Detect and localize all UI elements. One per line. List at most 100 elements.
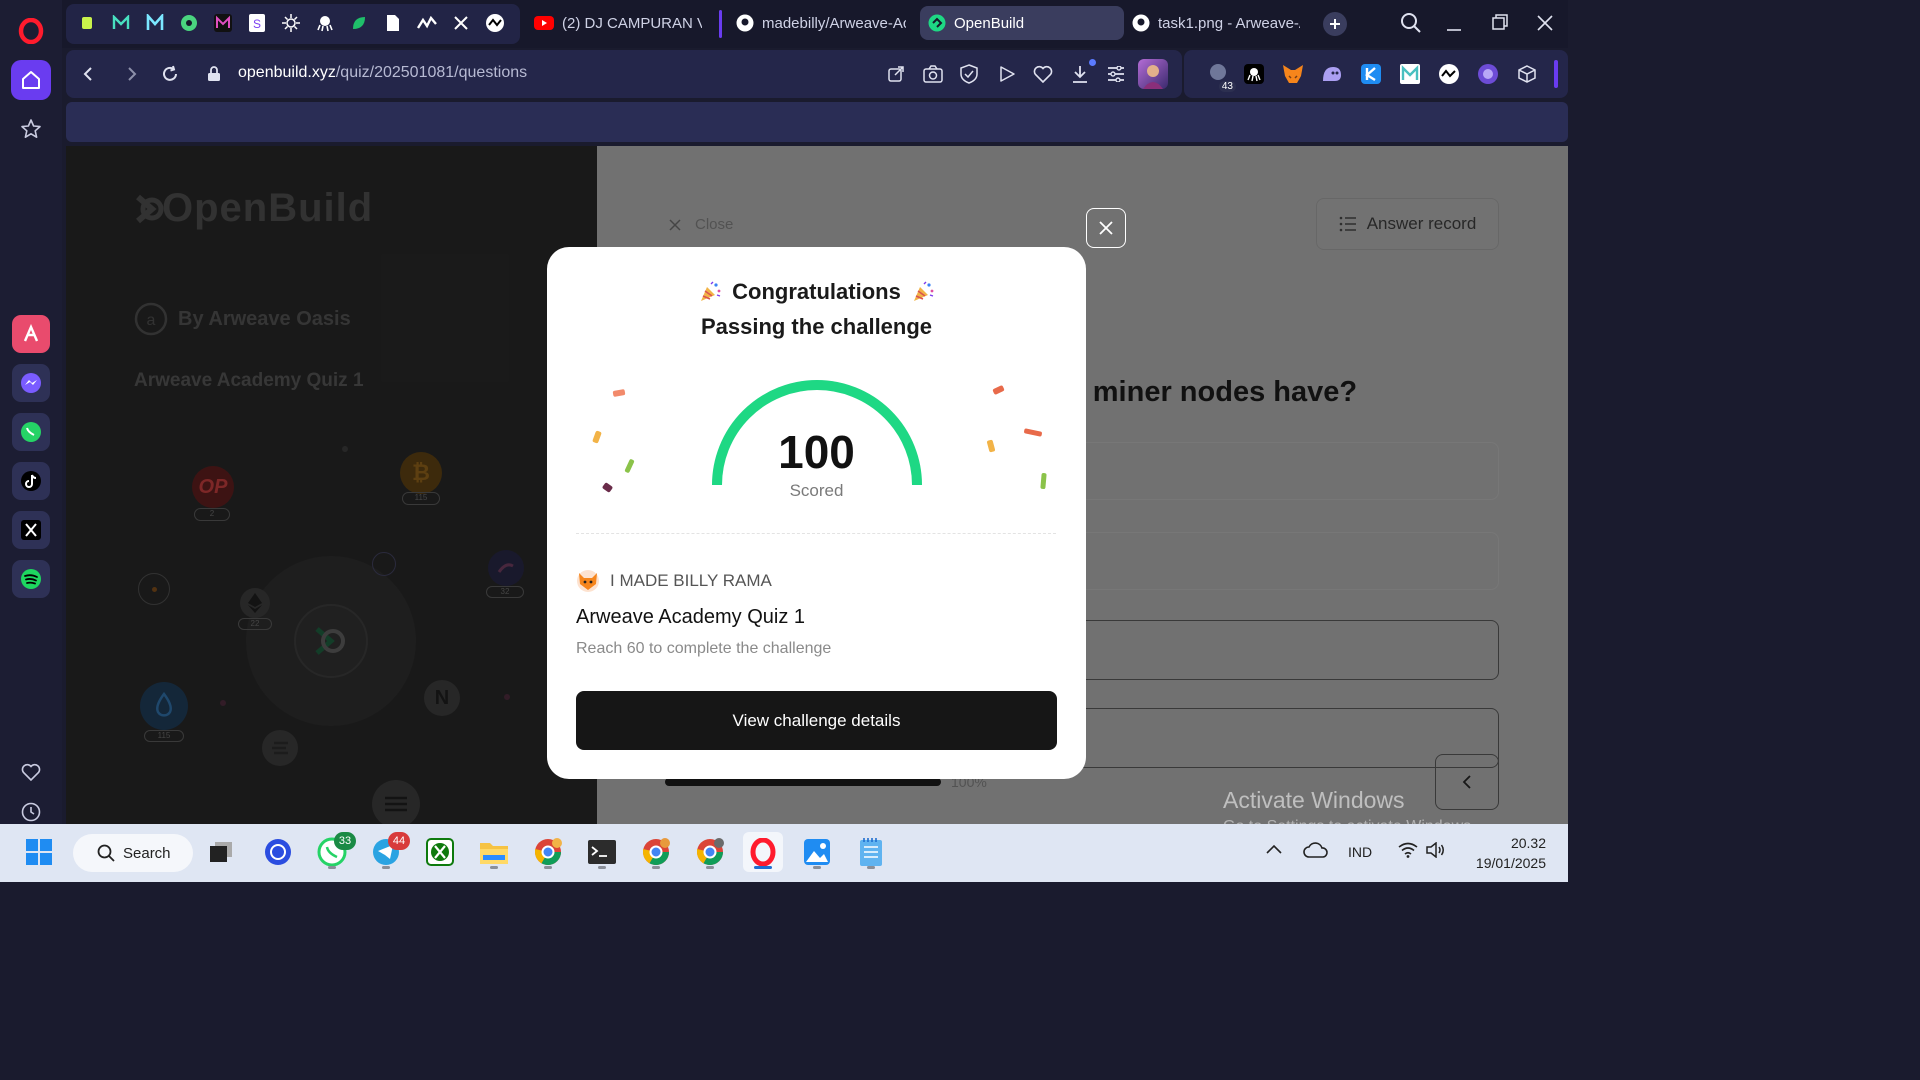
modal-subheadline: Passing the challenge [700, 314, 933, 339]
tab-group-divider [719, 10, 722, 38]
tab-openbuild-active[interactable]: OpenBuild [920, 6, 1124, 40]
file-explorer-icon[interactable] [474, 832, 514, 872]
pinned-tab-wave-icon[interactable] [412, 8, 442, 38]
extension-ghost-icon[interactable] [1320, 62, 1344, 86]
volume-icon[interactable] [1426, 842, 1446, 858]
profile-avatar[interactable] [1138, 59, 1168, 89]
url-domain: openbuild.xyz [238, 64, 336, 81]
telegram-unread-badge: 44 [388, 832, 410, 850]
aria-icon[interactable] [12, 315, 50, 353]
view-challenge-details-button[interactable]: View challenge details [576, 691, 1057, 750]
confetti-piece [612, 389, 626, 397]
x-twitter-icon[interactable] [12, 511, 50, 549]
telegram-taskbar-icon[interactable]: 44 [366, 832, 410, 872]
easy-setup-menu-icon[interactable] [1104, 62, 1128, 86]
download-icon[interactable] [1068, 59, 1096, 86]
wifi-icon[interactable] [1398, 842, 1418, 858]
confetti-piece [992, 384, 1005, 396]
opera-taskbar-icon[interactable] [743, 832, 783, 872]
close-window-icon[interactable] [1536, 14, 1554, 32]
back-arrow-icon[interactable] [76, 62, 100, 86]
party-popper-icon [911, 281, 935, 303]
home-icon[interactable] [11, 60, 51, 100]
github-icon [736, 14, 754, 32]
url-text[interactable]: openbuild.xyz/quiz/202501081/questions [238, 64, 527, 82]
adblock-shield-icon[interactable] [957, 62, 981, 86]
chrome-profile-2-icon[interactable] [636, 832, 676, 872]
opera-logo-icon[interactable] [11, 11, 51, 51]
pinned-tab-green-shape-icon[interactable] [344, 8, 374, 38]
user-name: I MADE BILLY RAMA [610, 571, 772, 590]
whatsapp-icon[interactable] [12, 413, 50, 451]
chrome-profile-3-icon[interactable] [690, 832, 730, 872]
clock-date: 19/01/2025 [1475, 855, 1546, 871]
pinned-tab-galxe-icon[interactable] [174, 8, 204, 38]
extension-shield-purple-icon[interactable] [1476, 62, 1500, 86]
search-tabs-icon[interactable] [1400, 12, 1422, 34]
taskbar-search-box[interactable]: Search [73, 834, 193, 872]
reload-icon[interactable] [158, 62, 182, 86]
activate-windows-title: Activate Windows [1223, 787, 1405, 813]
snapshot-camera-icon[interactable] [921, 62, 945, 86]
lock-icon[interactable] [202, 62, 226, 86]
my-flow-heart-icon[interactable] [1031, 62, 1055, 86]
minimize-icon[interactable] [1446, 16, 1462, 32]
forward-arrow-icon[interactable] [120, 62, 144, 86]
player-play-icon[interactable] [995, 62, 1019, 86]
pinned-tab-mirror-icon[interactable] [140, 8, 170, 38]
extension-badge-icon[interactable]: 43 [1204, 60, 1236, 92]
photos-icon[interactable] [797, 832, 837, 872]
close-modal-button[interactable] [1086, 208, 1126, 248]
spotify-icon[interactable] [12, 560, 50, 598]
input-language[interactable]: IND [1348, 844, 1372, 860]
close-icon [1099, 221, 1113, 235]
svg-text:S: S [253, 17, 261, 31]
tab-github-task1[interactable]: task1.png - Arweave-Academy [1124, 6, 1308, 40]
clock[interactable]: 20.32 19/01/2025 [1466, 833, 1546, 873]
new-tab-plus-icon[interactable] [1323, 12, 1347, 36]
windows-start-icon[interactable] [19, 832, 59, 872]
metamask-fox-icon[interactable] [1281, 62, 1305, 86]
whatsapp-taskbar-icon[interactable]: 33 [312, 832, 356, 872]
pinned-tab-octopus-icon[interactable] [310, 8, 340, 38]
extension-m-icon[interactable] [1398, 62, 1422, 86]
chat-bubble-app-icon[interactable] [258, 832, 298, 872]
heart-icon[interactable] [11, 752, 51, 792]
notepad-icon[interactable] [851, 832, 891, 872]
share-icon[interactable] [884, 62, 908, 86]
extension-octopus-icon[interactable] [1242, 62, 1266, 86]
github-icon [1132, 14, 1150, 32]
terminal-icon[interactable] [582, 832, 622, 872]
openbuild-icon [928, 14, 946, 32]
tab-youtube[interactable]: (2) DJ CAMPURAN VIRAL [526, 6, 710, 40]
chrome-profile-1-icon[interactable] [528, 832, 568, 872]
modal-quiz-title: Arweave Academy Quiz 1 [576, 606, 805, 628]
extensions-cube-icon[interactable] [1515, 62, 1539, 86]
pinned-tab-zigzag-icon[interactable] [480, 8, 510, 38]
restore-icon[interactable] [1492, 14, 1508, 30]
onedrive-cloud-icon[interactable] [1303, 842, 1329, 858]
messenger-icon[interactable] [12, 364, 50, 402]
extension-k-icon[interactable] [1359, 62, 1383, 86]
tab-label: task1.png - Arweave-Academy [1158, 14, 1300, 32]
url-path: /quiz/202501081/questions [335, 64, 528, 81]
running-indicator [382, 866, 390, 869]
extensions-bar: 43 [1184, 50, 1568, 98]
extension-zigzag-icon[interactable] [1437, 62, 1461, 86]
tab-github-arweave[interactable]: madebilly/Arweave-Academy [728, 6, 914, 40]
chevron-up-icon[interactable] [1266, 844, 1282, 854]
user-avatar-fox-icon [576, 569, 600, 593]
pinned-tab-x-icon[interactable] [446, 8, 476, 38]
pinned-tab-document-icon[interactable] [378, 8, 408, 38]
pinned-tab-green-icon[interactable] [72, 8, 102, 38]
pinned-tab-m-icon[interactable] [106, 8, 136, 38]
pinned-tab-s-icon[interactable]: S [242, 8, 272, 38]
pinned-tab-sun-icon[interactable] [276, 8, 306, 38]
challenge-requirement: Reach 60 to complete the challenge [576, 640, 832, 657]
star-icon[interactable] [11, 109, 51, 149]
pinned-tab-m-colored-icon[interactable] [208, 8, 238, 38]
xbox-taskbar-icon[interactable] [420, 832, 460, 872]
task-view-icon[interactable] [201, 832, 241, 872]
tiktok-icon[interactable] [12, 462, 50, 500]
address-bar: openbuild.xyz/quiz/202501081/questions [66, 50, 1182, 98]
